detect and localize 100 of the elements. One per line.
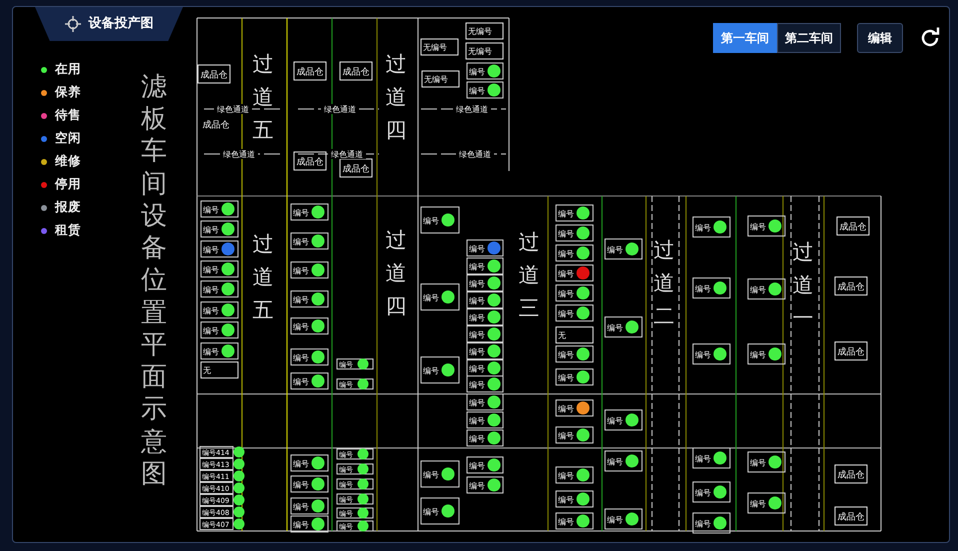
status-dot[interactable] bbox=[714, 452, 726, 464]
status-dot[interactable] bbox=[488, 310, 500, 324]
status-dot[interactable] bbox=[714, 486, 726, 498]
status-dot[interactable] bbox=[768, 348, 782, 360]
status-dot[interactable] bbox=[312, 478, 324, 490]
status-dot[interactable] bbox=[576, 348, 590, 360]
status-dot[interactable] bbox=[358, 378, 368, 390]
device-tag: 编号 bbox=[290, 262, 328, 278]
status-dot[interactable] bbox=[312, 500, 324, 512]
status-dot[interactable] bbox=[442, 214, 454, 226]
status-dot[interactable] bbox=[234, 518, 244, 530]
status-dot[interactable] bbox=[576, 206, 590, 220]
status-dot[interactable] bbox=[488, 242, 500, 254]
legend-label: 租赁 bbox=[55, 221, 81, 240]
status-dot[interactable] bbox=[576, 514, 590, 528]
status-dot[interactable] bbox=[222, 344, 234, 358]
status-dot[interactable] bbox=[222, 222, 234, 236]
device-tag: 编号 bbox=[466, 274, 504, 292]
channel-label: 绿色通道 bbox=[324, 105, 356, 114]
status-dot[interactable] bbox=[626, 320, 638, 334]
status-dot[interactable] bbox=[488, 362, 500, 374]
workshop-tab[interactable]: 第二车间 bbox=[777, 23, 841, 53]
status-dot[interactable] bbox=[576, 246, 590, 260]
status-dot[interactable] bbox=[312, 292, 324, 306]
status-dot[interactable] bbox=[714, 220, 726, 234]
status-dot[interactable] bbox=[358, 448, 368, 460]
edit-button[interactable]: 编辑 bbox=[857, 23, 903, 53]
status-dot[interactable] bbox=[768, 220, 782, 232]
status-dot[interactable] bbox=[312, 320, 324, 332]
device-tag: 无编号 bbox=[422, 70, 460, 88]
status-dot[interactable] bbox=[442, 290, 454, 304]
status-dot[interactable] bbox=[312, 234, 324, 248]
status-dot[interactable] bbox=[234, 470, 244, 482]
status-dot[interactable] bbox=[312, 374, 324, 388]
status-dot[interactable] bbox=[358, 464, 368, 474]
status-dot[interactable] bbox=[768, 496, 782, 510]
status-dot[interactable] bbox=[488, 378, 500, 390]
status-dot[interactable] bbox=[576, 468, 590, 482]
device-tag: 编号 bbox=[290, 476, 328, 492]
status-dot[interactable] bbox=[714, 516, 726, 530]
status-dot[interactable] bbox=[488, 458, 500, 472]
status-dot[interactable] bbox=[488, 414, 500, 426]
status-dot[interactable] bbox=[358, 358, 368, 370]
workshop-tab[interactable]: 第一车间 bbox=[713, 23, 777, 53]
status-dot[interactable] bbox=[442, 468, 454, 480]
status-dot[interactable] bbox=[626, 512, 638, 526]
status-dot[interactable] bbox=[358, 494, 368, 504]
status-dot[interactable] bbox=[576, 286, 590, 300]
status-dot[interactable] bbox=[488, 64, 500, 78]
device-tag: 编号 bbox=[290, 498, 328, 514]
status-dot[interactable] bbox=[488, 276, 500, 290]
status-dot[interactable] bbox=[234, 482, 244, 494]
status-dot[interactable] bbox=[576, 428, 590, 442]
status-dot[interactable] bbox=[442, 504, 454, 518]
status-dot[interactable] bbox=[222, 324, 234, 336]
legend-label: 停用 bbox=[55, 175, 81, 194]
device-tag: 编号 bbox=[556, 244, 594, 262]
status-dot[interactable] bbox=[576, 370, 590, 384]
status-dot[interactable] bbox=[714, 348, 726, 360]
status-dot[interactable] bbox=[358, 508, 368, 518]
status-dot[interactable] bbox=[234, 458, 244, 470]
status-dot[interactable] bbox=[488, 84, 500, 96]
status-dot[interactable] bbox=[312, 518, 324, 530]
status-dot[interactable] bbox=[714, 282, 726, 294]
status-dot[interactable] bbox=[234, 446, 244, 458]
status-dot[interactable] bbox=[234, 494, 244, 506]
status-dot[interactable] bbox=[576, 402, 590, 414]
status-dot[interactable] bbox=[222, 304, 234, 316]
status-dot[interactable] bbox=[626, 414, 638, 426]
status-dot[interactable] bbox=[358, 478, 368, 490]
status-dot[interactable] bbox=[442, 364, 454, 376]
status-dot[interactable] bbox=[488, 344, 500, 358]
status-dot[interactable] bbox=[488, 432, 500, 444]
storage-label: 成品仓 bbox=[340, 62, 372, 80]
status-dot[interactable] bbox=[488, 328, 500, 340]
status-dot[interactable] bbox=[488, 294, 500, 306]
status-dot[interactable] bbox=[222, 282, 234, 296]
status-dot[interactable] bbox=[768, 456, 782, 468]
status-dot[interactable] bbox=[222, 242, 234, 256]
status-dot[interactable] bbox=[576, 306, 590, 320]
status-dot[interactable] bbox=[312, 456, 324, 470]
device-tag: 编号 bbox=[556, 204, 594, 222]
status-dot[interactable] bbox=[576, 492, 590, 506]
storage-label: 成品仓 bbox=[340, 158, 372, 178]
status-dot[interactable] bbox=[358, 520, 368, 532]
status-dot[interactable] bbox=[488, 396, 500, 408]
status-dot[interactable] bbox=[488, 478, 500, 492]
status-dot[interactable] bbox=[576, 226, 590, 240]
status-dot[interactable] bbox=[222, 262, 234, 276]
status-dot[interactable] bbox=[312, 264, 324, 276]
status-dot[interactable] bbox=[222, 202, 234, 216]
status-dot[interactable] bbox=[626, 454, 638, 468]
status-dot[interactable] bbox=[626, 242, 638, 256]
status-dot[interactable] bbox=[234, 506, 244, 518]
status-dot[interactable] bbox=[312, 350, 324, 364]
status-dot[interactable] bbox=[768, 282, 782, 296]
status-dot[interactable] bbox=[576, 266, 590, 280]
status-dot[interactable] bbox=[312, 206, 324, 218]
refresh-icon[interactable] bbox=[919, 27, 941, 49]
status-dot[interactable] bbox=[488, 260, 500, 272]
